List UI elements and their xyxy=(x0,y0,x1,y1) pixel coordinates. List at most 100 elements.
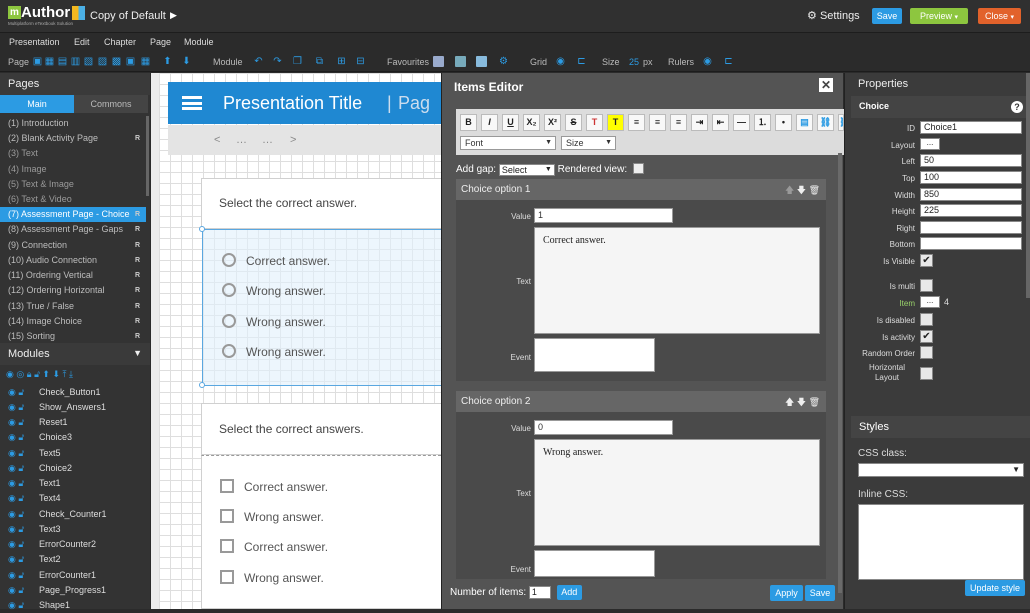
width-field[interactable]: 850 xyxy=(920,188,1022,201)
subscript-icon[interactable]: X₂ xyxy=(523,114,540,131)
lock-all-icon[interactable]: 🔒︎ xyxy=(27,369,32,379)
underline-icon[interactable]: U xyxy=(502,114,519,131)
nav-ellipsis[interactable]: … xyxy=(262,134,273,146)
menu-chapter[interactable]: Chapter xyxy=(104,37,136,47)
module-settings-icon[interactable]: ⊟ xyxy=(355,56,366,67)
redo-icon[interactable]: ↷ xyxy=(272,56,283,67)
list-item[interactable]: (3) Text xyxy=(0,146,146,161)
move-up-icon[interactable]: ⬆ xyxy=(42,369,50,379)
module-item[interactable]: ◉ 🔓︎ Check_Button1 xyxy=(0,385,150,400)
help-icon[interactable]: ? xyxy=(1011,101,1023,113)
pages-scrollbar[interactable] xyxy=(146,116,149,196)
checkbox-icon[interactable] xyxy=(220,479,234,493)
list-item[interactable]: (9) Connection R xyxy=(0,238,146,253)
rulers-snap-icon[interactable]: ⊏ xyxy=(723,56,734,67)
resize-handle[interactable] xyxy=(199,226,205,232)
visibility-lock-icon[interactable]: ◉ 🔓︎ xyxy=(8,491,24,506)
copy-page-icon[interactable]: ▤ xyxy=(57,56,68,67)
visibility-lock-icon[interactable]: ◉ 🔓︎ xyxy=(8,430,24,445)
is-multi-checkbox[interactable] xyxy=(920,279,933,292)
nav-prev-arrow[interactable]: < xyxy=(214,134,220,146)
page-copy-icon[interactable]: ▨ xyxy=(97,56,108,67)
superscript-icon[interactable]: X² xyxy=(544,114,561,131)
collapse-icon[interactable]: ▼ xyxy=(133,348,142,358)
menu-page[interactable]: Page xyxy=(150,37,171,47)
save-button[interactable]: Save xyxy=(805,585,835,601)
module-copy-icon[interactable]: ❐ xyxy=(292,56,303,67)
rulers-eye-icon[interactable]: ◉ xyxy=(702,56,713,67)
module-item[interactable]: ◉ 🔓︎ Choice2 xyxy=(0,461,150,476)
number-of-items-input[interactable]: 1 xyxy=(528,586,551,599)
add-button[interactable]: Add xyxy=(556,585,582,600)
module-item[interactable]: ◉ 🔓︎ Reset1 xyxy=(0,415,150,430)
preview-button[interactable]: Preview ▾ xyxy=(910,8,968,24)
top-field[interactable]: 100 xyxy=(920,171,1022,184)
apply-button[interactable]: Apply xyxy=(770,585,803,601)
close-icon[interactable]: ✕ xyxy=(819,78,833,92)
image-module-icon[interactable] xyxy=(433,56,444,67)
module-paste-icon[interactable]: ⧉ xyxy=(314,56,325,67)
font-select[interactable]: Font ▼ xyxy=(460,136,556,150)
menu-module[interactable]: Module xyxy=(184,37,214,47)
nav-next-arrow[interactable]: > xyxy=(290,134,296,146)
tab-main[interactable]: Main xyxy=(0,95,74,113)
css-class-select[interactable]: ▼ xyxy=(858,463,1024,477)
numbered-list-icon[interactable]: ⒈ xyxy=(754,114,771,131)
grid-snap-icon[interactable]: ⊏ xyxy=(576,56,587,67)
unlock-all-icon[interactable]: 🔓︎ xyxy=(34,369,40,379)
visibility-lock-icon[interactable]: ◉ 🔓︎ xyxy=(8,446,24,461)
tab-commons[interactable]: Commons xyxy=(74,95,148,113)
horizontal-layout-checkbox[interactable] xyxy=(920,367,933,380)
is-visible-checkbox[interactable]: ✔ xyxy=(920,254,933,267)
list-item[interactable]: (13) True / False R xyxy=(0,299,146,314)
list-item[interactable]: (10) Audio Connection R xyxy=(0,253,146,268)
align-right-icon[interactable]: ≡ xyxy=(670,114,687,131)
visibility-lock-icon[interactable]: ◉ 🔓︎ xyxy=(8,461,24,476)
checkbox-icon[interactable] xyxy=(220,509,234,523)
text-module-icon[interactable] xyxy=(455,56,466,67)
module-item[interactable]: ◉ 🔓︎ Text5 xyxy=(0,446,150,461)
right-field[interactable] xyxy=(920,221,1022,234)
module-item[interactable]: ◉ 🔓︎ Shape1 xyxy=(0,598,150,613)
visibility-lock-icon[interactable]: ◉ 🔓︎ xyxy=(8,476,24,491)
list-item[interactable]: (8) Assessment Page - Gaps R xyxy=(0,222,146,237)
module-item[interactable]: ◉ 🔓︎ ErrorCounter1 xyxy=(0,568,150,583)
height-field[interactable]: 225 xyxy=(920,204,1022,217)
visibility-lock-icon[interactable]: ◉ 🔓︎ xyxy=(8,598,24,613)
list-item[interactable]: (12) Ordering Horizontal R xyxy=(0,283,146,298)
page-settings-icon[interactable]: ▦ xyxy=(44,56,55,67)
list-item[interactable]: (4) Image xyxy=(0,162,146,177)
inline-css-textarea[interactable] xyxy=(858,504,1024,580)
move-top-icon[interactable]: ⤒ xyxy=(63,369,67,379)
module-item[interactable]: ◉ 🔓︎ Show_Answers1 xyxy=(0,400,150,415)
move-down-icon[interactable]: ⬇ xyxy=(181,56,192,67)
module-item[interactable]: ◉ 🔓︎ Text2 xyxy=(0,552,150,567)
add-page-icon[interactable]: ▣ xyxy=(32,56,43,67)
gear-icon[interactable]: ⚙ xyxy=(498,56,509,67)
radio-icon[interactable] xyxy=(222,283,236,297)
module-item[interactable]: ◉ 🔓︎ ErrorCounter2 xyxy=(0,537,150,552)
menu-presentation[interactable]: Presentation xyxy=(9,37,60,47)
close-button[interactable]: Close ▾ xyxy=(978,8,1021,24)
move-up-icon[interactable]: 🡅 xyxy=(785,185,794,195)
page-layout-icon[interactable]: ▧ xyxy=(83,56,94,67)
module-item[interactable]: ◉ 🔓︎ Check_Counter1 xyxy=(0,507,150,522)
update-style-button[interactable]: Update style xyxy=(965,580,1025,596)
visibility-lock-icon[interactable]: ◉ 🔓︎ xyxy=(8,507,24,522)
insert-image-icon[interactable]: ▤ xyxy=(796,114,813,131)
dropdown-arrow-icon[interactable]: ▾ xyxy=(955,14,959,21)
trash-icon[interactable]: 🗑︎ xyxy=(809,397,820,407)
align-left-icon[interactable]: ≡ xyxy=(628,114,645,131)
item-button[interactable]: ... xyxy=(920,296,940,308)
indent-icon[interactable]: ⇥ xyxy=(691,114,708,131)
checkbox-module[interactable]: Correct answer. Wrong answer. Correct an… xyxy=(201,455,441,609)
page-edit-icon[interactable]: ▣ xyxy=(125,56,136,67)
visibility-lock-icon[interactable]: ◉ 🔓︎ xyxy=(8,400,24,415)
left-field[interactable]: 50 xyxy=(920,154,1022,167)
random-order-checkbox[interactable] xyxy=(920,346,933,359)
module-item[interactable]: ◉ 🔓︎ Choice3 xyxy=(0,430,150,445)
highlight-icon[interactable]: T xyxy=(607,114,624,131)
option-text-editor[interactable]: Wrong answer. xyxy=(534,439,820,546)
move-up-icon[interactable]: 🡅 xyxy=(785,397,794,407)
link-icon[interactable]: ⛓ xyxy=(817,114,834,131)
